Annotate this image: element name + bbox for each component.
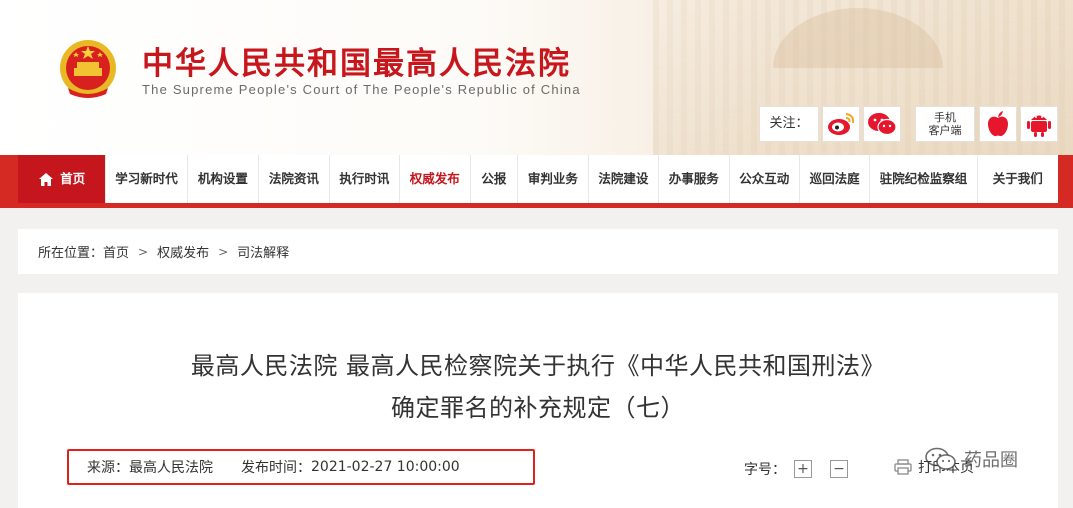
breadcrumb-prefix: 所在位置： [38,246,104,261]
android-icon [1027,115,1051,137]
mobile-client-button[interactable]: 手机 客户端 [915,106,975,142]
breadcrumb-link-judicial-interpretation[interactable]: 司法解释 [237,242,289,261]
nav-item-public-interaction[interactable]: 公众互动 [730,155,800,203]
font-size-decrease-button[interactable]: − [830,460,848,478]
source-label: 来源： [87,460,129,476]
nav-item-home[interactable]: 首页 [18,155,107,203]
apple-icon [988,111,1008,137]
site-subtitle: The Supreme People's Court of The People… [142,82,581,97]
nav-item-discipline-inspection[interactable]: 驻院纪检监察组 [870,155,978,203]
chevron-right-icon: > [138,244,149,259]
font-size-control: 字号： + − [744,459,848,479]
breadcrumb-link-release[interactable]: 权威发布 [157,242,209,261]
apple-button[interactable] [979,106,1017,142]
publish-time-value: 2021-02-27 10:00:00 [311,459,460,475]
mobile-label-line2: 客户端 [928,124,962,137]
wechat-button[interactable] [863,106,901,142]
article-title-line1: 最高人民法院 最高人民检察院关于执行《中华人民共和国刑法》 [190,352,886,380]
mobile-label-line1: 手机 [934,111,956,124]
font-size-increase-button[interactable]: + [794,460,812,478]
nav-item-about-us[interactable]: 关于我们 [978,155,1058,203]
weibo-icon [828,113,855,135]
article-title-line2: 确定罪名的补充规定（七） [391,394,685,422]
breadcrumb: 所在位置： 首页 > 权威发布 > 司法解释 [18,229,1058,274]
printer-icon [894,459,912,475]
wechat-watermark-icon [925,447,956,470]
nav-item-circuit-court[interactable]: 巡回法庭 [800,155,871,203]
main-nav: 首页 学习新时代 机构设置 法院资讯 执行时讯 权威发布 公报 审判业务 法院建… [18,155,1058,203]
home-icon [39,172,54,186]
nav-item-trial-business[interactable]: 审判业务 [518,155,589,203]
android-button[interactable] [1020,106,1058,142]
article-meta: 来源： 最高人民法院 发布时间： 2021-02-27 10:00:00 [67,449,535,485]
national-emblem-icon[interactable] [58,38,118,100]
wechat-icon [868,113,897,136]
nav-item-court-construction[interactable]: 法院建设 [589,155,660,203]
follow-label: 关注： [759,106,819,142]
nav-item-authoritative-release[interactable]: 权威发布 [400,155,471,203]
article-title: 最高人民法院 最高人民检察院关于执行《中华人民共和国刑法》 确定罪名的补充规定（… [18,345,1058,429]
site-title[interactable]: 中华人民共和国最高人民法院 [142,38,571,83]
weibo-button[interactable] [822,106,860,142]
source-value: 最高人民法院 [129,460,213,476]
nav-item-court-news[interactable]: 法院资讯 [259,155,330,203]
breadcrumb-link-home[interactable]: 首页 [103,242,129,261]
nav-item-organization[interactable]: 机构设置 [188,155,260,203]
nav-item-execution-news[interactable]: 执行时讯 [330,155,401,203]
watermark: 药品圈 [924,446,1018,472]
nav-item-services[interactable]: 办事服务 [659,155,730,203]
chevron-right-icon: > [218,244,229,259]
nav-item-study[interactable]: 学习新时代 [106,155,188,203]
article-panel: 最高人民法院 最高人民检察院关于执行《中华人民共和国刑法》 确定罪名的补充规定（… [18,293,1058,508]
nav-item-gazette[interactable]: 公报 [471,155,519,203]
watermark-text: 药品圈 [964,450,1018,471]
font-size-label: 字号： [744,462,786,478]
nav-item-label: 首页 [60,171,86,186]
publish-time-label: 发布时间： [241,460,311,476]
